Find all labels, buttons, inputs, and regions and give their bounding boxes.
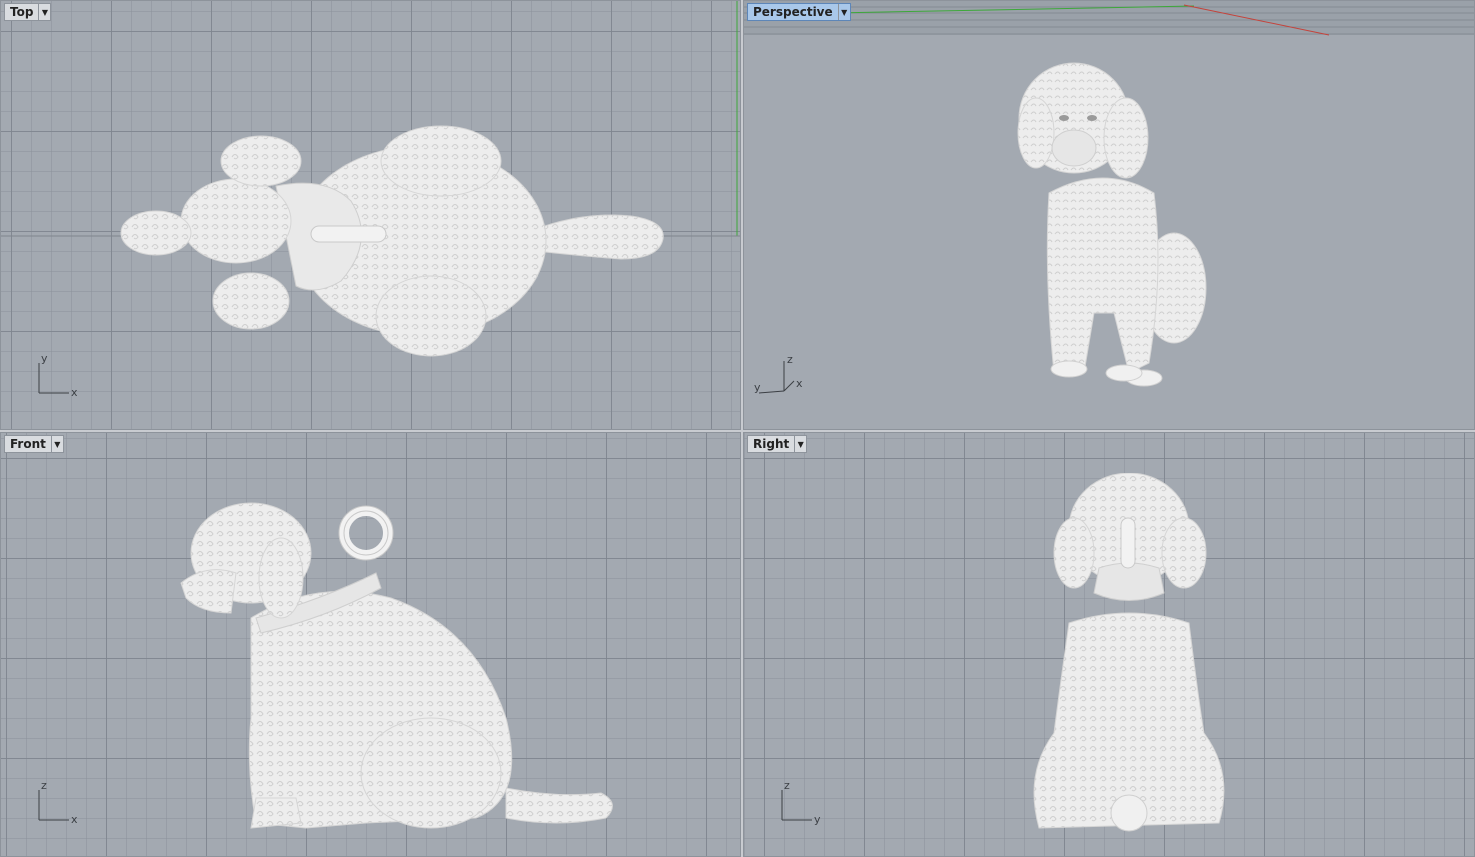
viewport-label-top[interactable]: Top ▼: [4, 3, 52, 21]
chevron-down-icon[interactable]: ▼: [837, 4, 850, 20]
viewport-title: Right: [753, 437, 790, 451]
chevron-down-icon[interactable]: ▼: [38, 4, 50, 20]
dog-model-right[interactable]: [1029, 473, 1229, 838]
dog-model-perspective[interactable]: [1014, 53, 1214, 388]
svg-text:y: y: [814, 813, 821, 826]
viewport-label-front[interactable]: Front ▼: [4, 435, 64, 453]
viewport-label-perspective[interactable]: Perspective ▼: [747, 3, 851, 21]
axis-indicator: z x: [38, 779, 78, 826]
viewport-top[interactable]: Top ▼ y x: [0, 0, 741, 430]
viewport-right[interactable]: Right ▼ z y: [743, 432, 1475, 857]
svg-text:z: z: [787, 353, 793, 366]
viewport-title: Perspective: [753, 5, 833, 19]
viewport-title: Top: [10, 5, 34, 19]
dog-model-top[interactable]: [111, 111, 681, 371]
axis-indicator: z y x: [754, 353, 803, 394]
dog-model-front[interactable]: [176, 468, 626, 838]
viewport-front[interactable]: Front ▼ z x: [0, 432, 741, 857]
svg-text:x: x: [796, 377, 803, 390]
axis-indicator: y x: [38, 352, 78, 399]
chevron-down-icon[interactable]: ▼: [50, 436, 63, 452]
chevron-down-icon[interactable]: ▼: [794, 436, 806, 452]
svg-text:y: y: [41, 352, 48, 365]
viewport-perspective[interactable]: Perspective ▼ z y x: [743, 0, 1475, 430]
svg-text:x: x: [71, 813, 78, 826]
viewport-title: Front: [10, 437, 46, 451]
axis-indicator: z y: [781, 779, 821, 826]
svg-text:x: x: [71, 386, 78, 399]
svg-text:z: z: [784, 779, 790, 792]
perspective-ground-grid: [744, 1, 1474, 36]
svg-text:z: z: [41, 779, 47, 792]
svg-text:y: y: [754, 381, 761, 394]
viewport-label-right[interactable]: Right ▼: [747, 435, 808, 453]
